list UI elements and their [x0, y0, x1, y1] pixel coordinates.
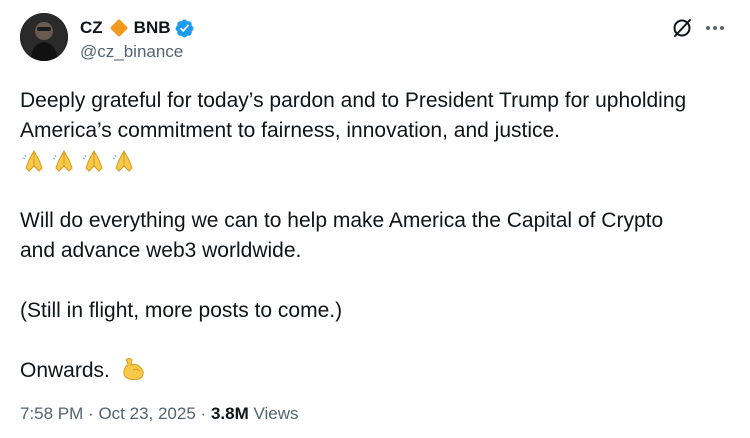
tweet-line-last: Onwards. — [20, 356, 735, 386]
meta-separator: · — [200, 404, 207, 423]
tweet-line-text: Onwards. — [20, 359, 110, 382]
tweet-line: America’s commitment to fairness, innova… — [20, 119, 561, 142]
folded-hands-icon — [82, 149, 103, 172]
tweet-line: Will do everything we can to help make A… — [20, 209, 664, 232]
author-name-row[interactable]: CZ BNB — [80, 17, 195, 39]
author-name-suffix[interactable]: BNB — [134, 18, 171, 38]
flexed-biceps-icon — [123, 358, 144, 381]
bnb-diamond-icon — [110, 19, 128, 37]
tweet-card: CZ BNB @cz_binance Deeply grateful for t… — [0, 0, 750, 438]
tweet-meta: 7:58 PM · Oct 23, 2025 · 3.8M Views — [20, 404, 299, 424]
tweet-line: (Still in flight, more posts to come.) — [20, 299, 343, 322]
verified-badge-icon[interactable] — [174, 18, 195, 39]
tweet-date[interactable]: Oct 23, 2025 — [98, 404, 195, 423]
meta-separator: · — [88, 404, 94, 423]
tweet-time[interactable]: 7:58 PM — [20, 404, 83, 423]
avatar-image — [20, 13, 68, 61]
author-handle[interactable]: @cz_binance — [80, 42, 183, 62]
folded-hands-icon — [112, 149, 133, 172]
tweet-line: and advance web3 worldwide. — [20, 239, 302, 262]
grok-icon[interactable] — [670, 16, 694, 40]
author-name[interactable]: CZ — [80, 18, 103, 38]
avatar[interactable] — [20, 13, 68, 61]
emoji-row — [20, 146, 735, 176]
folded-hands-icon — [22, 149, 43, 172]
views-count[interactable]: 3.8M — [211, 404, 249, 423]
tweet-line: Deeply grateful for today’s pardon and t… — [20, 89, 687, 112]
views-label: Views — [253, 404, 299, 423]
more-options-icon[interactable] — [703, 16, 727, 40]
tweet-text: Deeply grateful for today’s pardon and t… — [20, 86, 735, 386]
folded-hands-icon — [52, 149, 73, 172]
